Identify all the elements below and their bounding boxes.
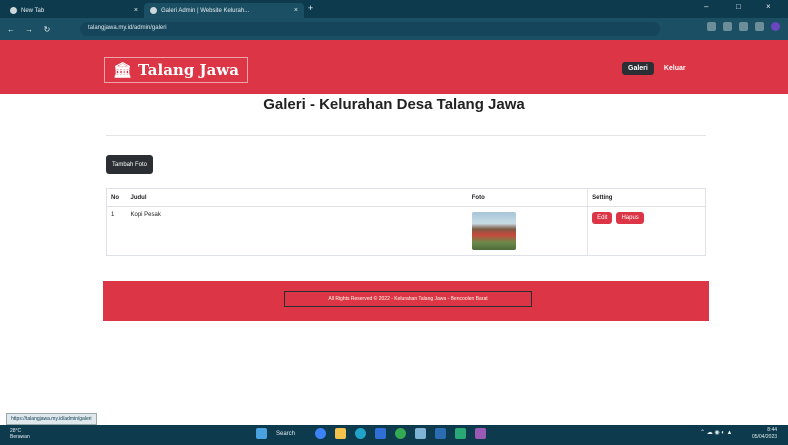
taskbar-clock[interactable]: 8:44 05/04/2023 bbox=[752, 427, 777, 441]
row-actions: Edit Hapus bbox=[592, 212, 701, 224]
cell-judul: Kopi Pesak bbox=[130, 212, 161, 218]
gallery-photo-thumbnail[interactable] bbox=[471, 212, 516, 250]
browser-tab-bar: New Tab × Galeri Admin | Website Kelurah… bbox=[0, 0, 788, 18]
close-icon[interactable]: × bbox=[134, 7, 138, 14]
system-tray-icons[interactable]: ⌃ ☁ ◉ ◐ ▲ bbox=[700, 429, 733, 436]
chrome-browser-icon[interactable] bbox=[395, 428, 406, 439]
clock-time: 8:44 bbox=[767, 427, 778, 433]
extension-icon[interactable] bbox=[723, 22, 732, 31]
page-title: Galeri - Kelurahan Desa Talang Jawa bbox=[263, 96, 525, 113]
nav-links: Galeri Keluar bbox=[622, 62, 692, 75]
column-header-judul: Judul bbox=[126, 188, 468, 207]
minimize-icon[interactable]: – bbox=[704, 2, 708, 11]
tab-galeri-admin[interactable]: Galeri Admin | Website Kelurah... × bbox=[144, 3, 304, 18]
table-header-row: No Judul Foto Setting bbox=[106, 188, 706, 207]
cell-foto bbox=[468, 207, 588, 256]
weather-widget[interactable]: 28°C Berawan bbox=[10, 428, 30, 440]
forward-arrow-icon[interactable]: → bbox=[22, 25, 36, 34]
delete-button[interactable]: Hapus bbox=[616, 212, 644, 224]
add-photo-button[interactable]: Tambah Foto bbox=[106, 155, 154, 174]
app-icon[interactable] bbox=[475, 428, 486, 439]
app-icon[interactable] bbox=[455, 428, 466, 439]
taskbar-apps: Search bbox=[256, 428, 486, 439]
taskbar-search[interactable]: Search bbox=[276, 431, 306, 437]
table-row: 1 Kopi Pesak Edit Hapus bbox=[107, 206, 706, 256]
gallery-table: No Judul Foto Setting 1 Kopi Pesak Edit … bbox=[106, 188, 706, 256]
sidebar-icon[interactable] bbox=[755, 22, 764, 31]
tab-favicon-icon bbox=[150, 7, 157, 14]
weather-condition: Berawan bbox=[10, 434, 30, 440]
profile-avatar-icon[interactable] bbox=[771, 22, 780, 31]
edge-browser-icon[interactable] bbox=[355, 428, 366, 439]
app-icon[interactable] bbox=[415, 428, 426, 439]
tab-label: New Tab bbox=[21, 7, 45, 14]
url-input[interactable]: talangjawa.my.id/admin/galeri bbox=[80, 22, 660, 36]
store-icon[interactable] bbox=[375, 428, 386, 439]
reload-icon[interactable]: ↻ bbox=[40, 25, 54, 34]
tab-new-tab[interactable]: New Tab × bbox=[4, 3, 144, 18]
column-header-setting: Setting bbox=[587, 188, 706, 207]
bank-building-icon: 🏛 bbox=[113, 61, 133, 79]
extension-icons bbox=[707, 22, 780, 31]
browser-address-bar: ← → ↻ talangjawa.my.id/admin/galeri bbox=[0, 18, 788, 40]
tab-label: Galeri Admin | Website Kelurah... bbox=[161, 7, 250, 14]
status-url-tooltip: https://talangjawa.my.id/admin/galeri bbox=[6, 413, 97, 425]
footer-copyright: All Rights Reserved © 2022 - Kelurahan T… bbox=[284, 291, 532, 307]
brand-name: Talang Jawa bbox=[138, 61, 239, 79]
windows-start-icon[interactable] bbox=[256, 428, 267, 439]
bookmark-star-icon[interactable] bbox=[739, 22, 748, 31]
app-icon[interactable] bbox=[315, 428, 326, 439]
close-window-icon[interactable]: × bbox=[766, 2, 771, 11]
back-arrow-icon[interactable]: ← bbox=[4, 25, 18, 34]
clock-date: 05/04/2023 bbox=[752, 434, 778, 440]
nav-link-keluar[interactable]: Keluar bbox=[658, 62, 692, 75]
edit-button[interactable]: Edit bbox=[592, 212, 613, 224]
file-explorer-icon[interactable] bbox=[335, 428, 346, 439]
column-header-foto: Foto bbox=[467, 188, 588, 207]
divider bbox=[106, 135, 706, 136]
tab-favicon-icon bbox=[10, 7, 17, 14]
new-tab-plus-icon[interactable]: + bbox=[308, 3, 313, 13]
nav-link-galeri[interactable]: Galeri bbox=[622, 62, 654, 75]
column-header-no: No bbox=[106, 188, 127, 207]
maximize-icon[interactable]: □ bbox=[736, 2, 741, 11]
site-brand-logo[interactable]: 🏛 Talang Jawa bbox=[104, 57, 248, 83]
cell-setting: Edit Hapus bbox=[587, 206, 706, 256]
url-text: talangjawa.my.id/admin/galeri bbox=[88, 25, 167, 31]
vscode-icon[interactable] bbox=[435, 428, 446, 439]
cell-no: 1 bbox=[111, 212, 115, 218]
close-icon[interactable]: × bbox=[294, 7, 298, 14]
extension-icon[interactable] bbox=[707, 22, 716, 31]
